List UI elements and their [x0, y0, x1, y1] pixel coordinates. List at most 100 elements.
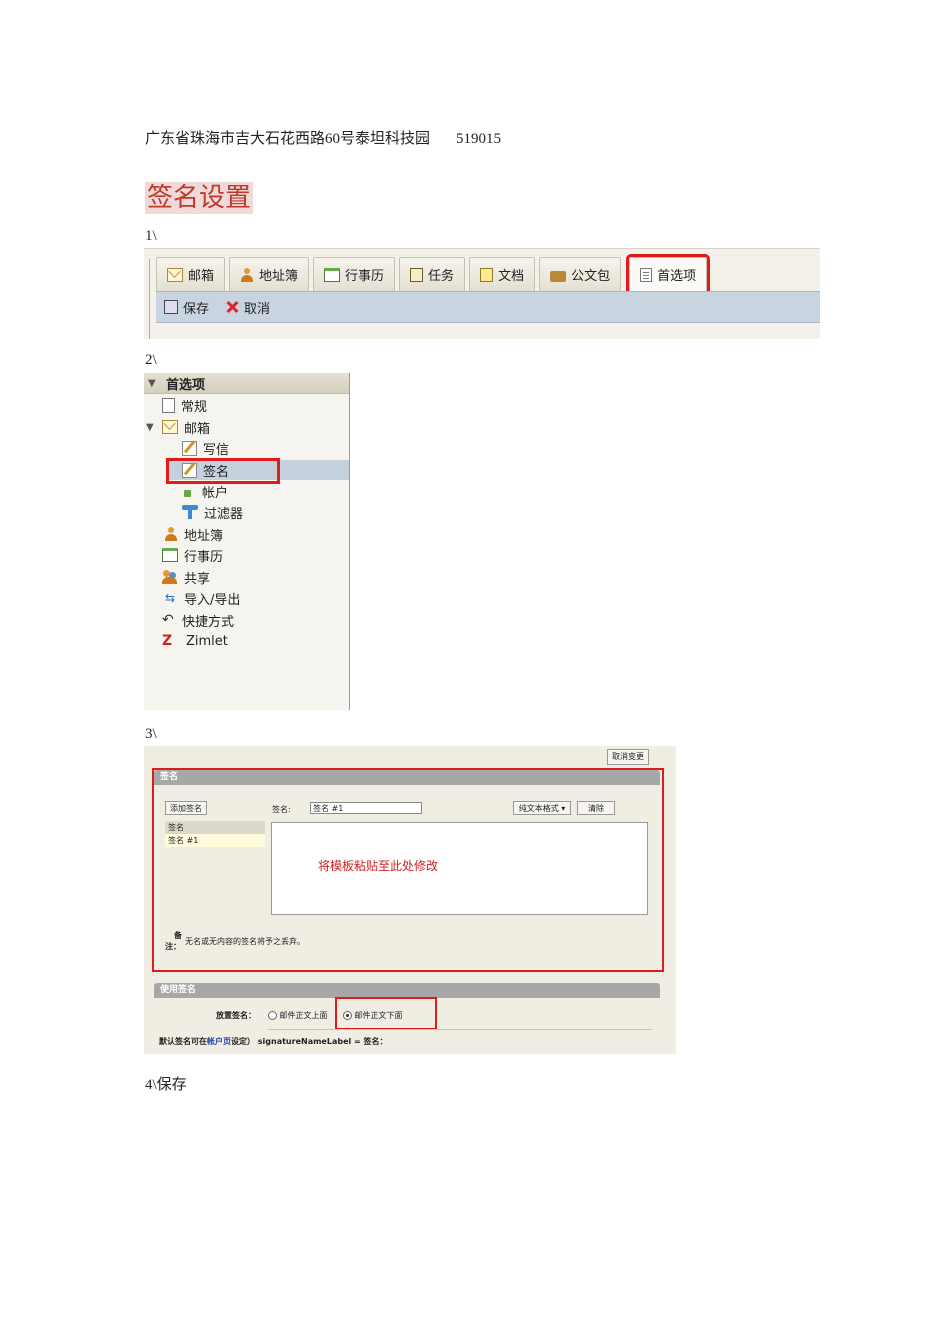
expand-triangle-icon: ▼	[146, 421, 154, 433]
shortcut-arrow-icon	[162, 613, 176, 627]
tree-item-label: 行事历	[184, 549, 224, 565]
clear-button[interactable]: 清除	[577, 801, 615, 815]
floppy-disk-icon	[164, 300, 178, 314]
tree-item-compose[interactable]: 写信	[182, 438, 229, 458]
tab-briefcase[interactable]: 公文包	[539, 257, 622, 291]
footer-prefix: 默认签名可在	[159, 1037, 207, 1046]
cancel-label: 取消	[244, 301, 271, 317]
tree-item-zimlet[interactable]: Zimlet	[162, 631, 228, 651]
format-label: 纯文本格式	[518, 804, 559, 813]
tree-item-label: 导入/导出	[184, 592, 241, 608]
tree-item-label: 快捷方式	[182, 614, 235, 630]
address-line: 广东省珠海市吉大石花西路60号泰坦科技园 519015	[145, 127, 501, 148]
preferences-icon	[640, 267, 653, 282]
tree-item-general[interactable]: 常规	[162, 395, 207, 415]
calendar-icon	[162, 548, 178, 562]
tree-item-label: 地址簿	[184, 528, 224, 544]
briefcase-icon	[550, 270, 567, 282]
app-tabs: 邮箱 地址簿 行事历 任务 文档 公文包 首选项	[156, 254, 711, 294]
tab-label: 公文包	[571, 269, 611, 284]
add-signature-button[interactable]: 添加签名	[165, 801, 207, 815]
tab-mail[interactable]: 邮箱	[156, 257, 226, 291]
tab-documents[interactable]: 文档	[469, 257, 536, 291]
tab-label: 任务	[428, 269, 455, 284]
tab-calendar[interactable]: 行事历	[313, 257, 396, 291]
list-item[interactable]: 签名 #1	[165, 834, 265, 847]
footer-suffix: 设定） signatureNameLabel = 签名：	[231, 1037, 388, 1046]
compose-icon	[182, 440, 197, 456]
calendar-icon	[324, 267, 341, 282]
tab-label: 文档	[498, 269, 525, 284]
tab-label: 邮箱	[188, 269, 215, 284]
page-title: 签名设置	[145, 182, 254, 214]
footer-note: 默认签名可在帐户页设定） signatureNameLabel = 签名：	[159, 1036, 388, 1047]
tab-label: 地址簿	[259, 269, 299, 284]
format-dropdown[interactable]: 纯文本格式 ▾	[513, 801, 571, 815]
account-page-link[interactable]: 帐户页	[207, 1037, 231, 1046]
cancel-changes-button[interactable]: 取消变更	[607, 749, 649, 765]
signature-name-input[interactable]: 签名 #1	[310, 802, 422, 814]
radio-button-icon	[268, 1011, 277, 1020]
mail-icon	[162, 420, 178, 434]
signature-editor[interactable]: 将模板粘贴至此处修改	[271, 822, 648, 915]
signature-settings-screenshot: 取消变更 签名 添加签名 签名 签名 #1 签名: 签名 #1 纯文本格式 ▾ …	[144, 746, 676, 1054]
note-label-line2: 注：	[165, 942, 181, 951]
close-icon	[225, 300, 239, 314]
tree-header[interactable]: ▼ 首选项	[144, 373, 349, 394]
tree-item-label: 常规	[181, 399, 208, 415]
tab-tasks[interactable]: 任务	[399, 257, 466, 291]
save-button[interactable]: 保存	[164, 298, 209, 317]
editor-hint-text: 将模板粘贴至此处修改	[318, 859, 439, 873]
tree-item-address-book[interactable]: 地址簿	[164, 524, 223, 544]
import-export-icon	[162, 591, 178, 605]
tree-item-mail[interactable]: ▼ 邮箱	[146, 417, 210, 437]
tree-item-label: 帐户	[202, 485, 229, 501]
preferences-tree-screenshot: ▼首选项 常规 ▼邮箱 写信 签名 帐户 过滤器 地址簿 行事历 共享 导入/导…	[144, 373, 350, 710]
tree-item-label: 写信	[203, 442, 230, 458]
tree-item-label: 共享	[184, 571, 211, 587]
divider	[149, 259, 150, 339]
tree-header-label: 首选项	[166, 377, 206, 393]
tree-item-import-export[interactable]: 导入/导出	[162, 588, 240, 608]
use-signature-header: 使用签名	[154, 983, 660, 998]
person-icon	[164, 527, 178, 541]
placement-label: 放置签名：	[216, 1011, 256, 1020]
divider	[268, 1029, 652, 1030]
account-icon	[182, 484, 196, 498]
cancel-button[interactable]: 取消	[225, 298, 270, 317]
tree-item-shortcuts[interactable]: 快捷方式	[162, 610, 234, 630]
tab-preferences[interactable]: 首选项	[626, 254, 711, 294]
tree-item-label: 过滤器	[204, 506, 244, 522]
radio-above[interactable]: 邮件正文上面	[268, 1010, 328, 1021]
mail-icon	[167, 267, 183, 282]
postal-code: 519015	[456, 131, 502, 147]
save-label: 保存	[183, 301, 210, 317]
document-icon	[480, 267, 494, 282]
tree-item-filters[interactable]: 过滤器	[182, 502, 243, 522]
step-2-label: 2\	[145, 352, 157, 368]
radio-above-label: 邮件正文上面	[279, 1011, 328, 1020]
zimlet-icon	[162, 634, 180, 648]
tree-item-sharing[interactable]: 共享	[162, 567, 210, 587]
tree-item-calendar[interactable]: 行事历	[162, 545, 223, 565]
filter-icon	[182, 505, 198, 519]
signature-name-label: 签名:	[272, 805, 291, 814]
note-text: 无名或无内容的签名将予之丢弃。	[185, 937, 305, 946]
signature-list: 签名 签名 #1	[165, 821, 265, 851]
tab-label: 行事历	[345, 269, 385, 284]
action-bar: 保存 取消	[156, 291, 820, 323]
tab-address-book[interactable]: 地址簿	[229, 257, 310, 291]
tree-item-label: 邮箱	[184, 421, 211, 437]
highlight-box	[335, 997, 437, 1030]
task-icon	[410, 267, 424, 282]
general-settings-icon	[162, 397, 175, 413]
tab-label: 首选项	[657, 269, 697, 284]
address-text: 广东省珠海市吉大石花西路60号泰坦科技园	[145, 131, 431, 147]
toolbar-screenshot: 邮箱 地址簿 行事历 任务 文档 公文包 首选项 保存 取消	[144, 248, 820, 339]
tree-item-label: Zimlet	[186, 633, 228, 649]
note-label-line1: 备	[174, 931, 182, 940]
sharing-icon	[162, 570, 178, 584]
signature-list-header: 签名	[165, 821, 265, 834]
tree-item-accounts[interactable]: 帐户	[182, 481, 228, 501]
step-3-label: 3\	[145, 726, 157, 742]
